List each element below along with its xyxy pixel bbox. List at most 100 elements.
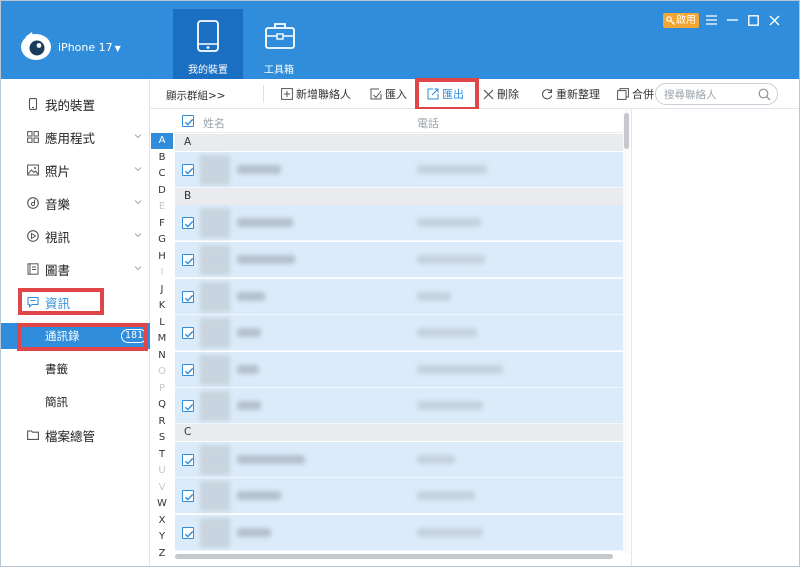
table-row[interactable]	[175, 315, 623, 351]
alphabet-letter-h[interactable]: H	[151, 249, 173, 265]
sidebar-item-label: 資訊	[45, 295, 71, 311]
table-row[interactable]	[175, 478, 623, 514]
app-logo-icon	[21, 32, 51, 60]
alphabet-letter-f[interactable]: F	[151, 216, 173, 232]
row-checkbox[interactable]	[182, 400, 194, 412]
select-all-checkbox[interactable]	[182, 115, 194, 127]
alphabet-letter-b[interactable]: B	[151, 150, 173, 166]
alphabet-letter-o[interactable]: O	[151, 364, 173, 380]
table-row[interactable]	[175, 152, 623, 188]
import-icon	[370, 88, 382, 100]
checkmark-icon	[184, 457, 194, 465]
refresh-button[interactable]: 重新整理	[541, 79, 600, 109]
row-checkbox[interactable]	[182, 527, 194, 539]
sidebar-item-video[interactable]: 視訊	[1, 223, 150, 249]
avatar	[200, 445, 230, 475]
device-selector[interactable]: iPhone 17 ▼	[58, 41, 121, 54]
sidebar-item-label: 音樂	[45, 196, 71, 212]
alphabet-letter-v[interactable]: V	[151, 480, 173, 496]
alphabet-letter-s[interactable]: S	[151, 430, 173, 446]
group-letter: C	[184, 426, 192, 438]
search-input[interactable]	[664, 87, 756, 102]
show-groups-link[interactable]: 顯示群組>>	[166, 88, 226, 103]
row-checkbox[interactable]	[182, 164, 194, 176]
chevron-down-icon	[134, 134, 142, 139]
sidebar-item-apps[interactable]: 應用程式	[1, 124, 150, 150]
checkmark-icon	[184, 330, 194, 338]
horizontal-scroll-thumb[interactable]	[175, 554, 613, 559]
table-row[interactable]	[175, 205, 623, 241]
table-row[interactable]	[175, 442, 623, 478]
table-row[interactable]	[175, 279, 623, 315]
alphabet-letter-z[interactable]: Z	[151, 546, 173, 562]
close-button[interactable]	[765, 12, 783, 28]
alphabet-letter-k[interactable]: K	[151, 298, 173, 314]
alphabet-letter-x[interactable]: X	[151, 513, 173, 529]
vertical-scroll-thumb[interactable]	[624, 113, 629, 149]
alphabet-letter-y[interactable]: Y	[151, 529, 173, 545]
contact-name-blurred	[237, 292, 265, 301]
alphabet-letter-i[interactable]: I	[151, 265, 173, 281]
checkmark-icon	[184, 493, 194, 501]
import-button[interactable]: 匯入	[370, 79, 407, 109]
table-row[interactable]	[175, 242, 623, 278]
alphabet-letter-j[interactable]: J	[151, 282, 173, 298]
avatar	[200, 282, 230, 312]
sidebar-item-books[interactable]: 圖書	[1, 256, 150, 282]
contact-phone-blurred	[417, 365, 503, 374]
sidebar-item-bookmarks[interactable]: 書籤	[1, 356, 150, 382]
horizontal-scrollbar[interactable]	[175, 553, 615, 560]
sidebar-item-photos[interactable]: 照片	[1, 157, 150, 183]
contact-phone-blurred	[417, 328, 477, 337]
alphabet-letter-t[interactable]: T	[151, 447, 173, 463]
row-checkbox[interactable]	[182, 291, 194, 303]
alphabet-letter-c[interactable]: C	[151, 166, 173, 182]
alphabet-letter-l[interactable]: L	[151, 315, 173, 331]
row-checkbox[interactable]	[182, 217, 194, 229]
contact-phone-blurred	[417, 528, 483, 537]
table-row[interactable]	[175, 352, 623, 388]
row-checkbox[interactable]	[182, 490, 194, 502]
sidebar-item-messages[interactable]: 簡訊	[1, 389, 150, 415]
alphabet-letter-d[interactable]: D	[151, 183, 173, 199]
row-checkbox[interactable]	[182, 364, 194, 376]
maximize-button[interactable]	[744, 12, 762, 28]
vertical-scrollbar[interactable]	[623, 109, 630, 554]
row-checkbox[interactable]	[182, 254, 194, 266]
delete-button[interactable]: 刪除	[483, 79, 519, 109]
alphabet-letter-p[interactable]: P	[151, 381, 173, 397]
column-header-phone: 電話	[417, 117, 439, 130]
alphabet-letter-r[interactable]: R	[151, 414, 173, 430]
sidebar-item-file-manager[interactable]: 檔案總管	[1, 422, 150, 448]
sidebar-item-my-device[interactable]: 我的裝置	[1, 91, 150, 117]
add-contact-button[interactable]: 新增聯絡人	[281, 79, 351, 109]
tab-my-device[interactable]: 我的裝置	[173, 9, 243, 79]
sidebar-item-contacts[interactable]: 通訊錄 181	[1, 323, 150, 349]
contact-name-blurred	[237, 165, 281, 174]
alphabet-letter-m[interactable]: M	[151, 331, 173, 347]
alphabet-letter-a[interactable]: A	[151, 133, 173, 149]
table-row[interactable]	[175, 515, 623, 551]
alphabet-letter-g[interactable]: G	[151, 232, 173, 248]
row-checkbox[interactable]	[182, 327, 194, 339]
alphabet-letter-e[interactable]: E	[151, 199, 173, 215]
sidebar-item-info[interactable]: 資訊	[1, 289, 150, 315]
merge-button[interactable]: 合併	[617, 79, 654, 109]
avatar	[200, 391, 230, 421]
tab-toolbox[interactable]: 工具箱	[244, 9, 314, 79]
export-button[interactable]: 匯出	[427, 79, 464, 109]
contact-phone-blurred	[417, 255, 485, 264]
alphabet-letter-w[interactable]: W	[151, 496, 173, 512]
row-checkbox[interactable]	[182, 454, 194, 466]
checkmark-icon	[184, 220, 194, 228]
alphabet-letter-q[interactable]: Q	[151, 397, 173, 413]
contact-phone-blurred	[417, 455, 455, 464]
table-row[interactable]	[175, 388, 623, 424]
sidebar-item-music[interactable]: 音樂	[1, 190, 150, 216]
minimize-button[interactable]	[723, 12, 741, 28]
enable-button[interactable]: 啟用	[663, 12, 699, 28]
menu-button[interactable]	[702, 12, 720, 28]
alphabet-letter-u[interactable]: U	[151, 463, 173, 479]
search-icon[interactable]	[758, 88, 771, 101]
alphabet-letter-n[interactable]: N	[151, 348, 173, 364]
